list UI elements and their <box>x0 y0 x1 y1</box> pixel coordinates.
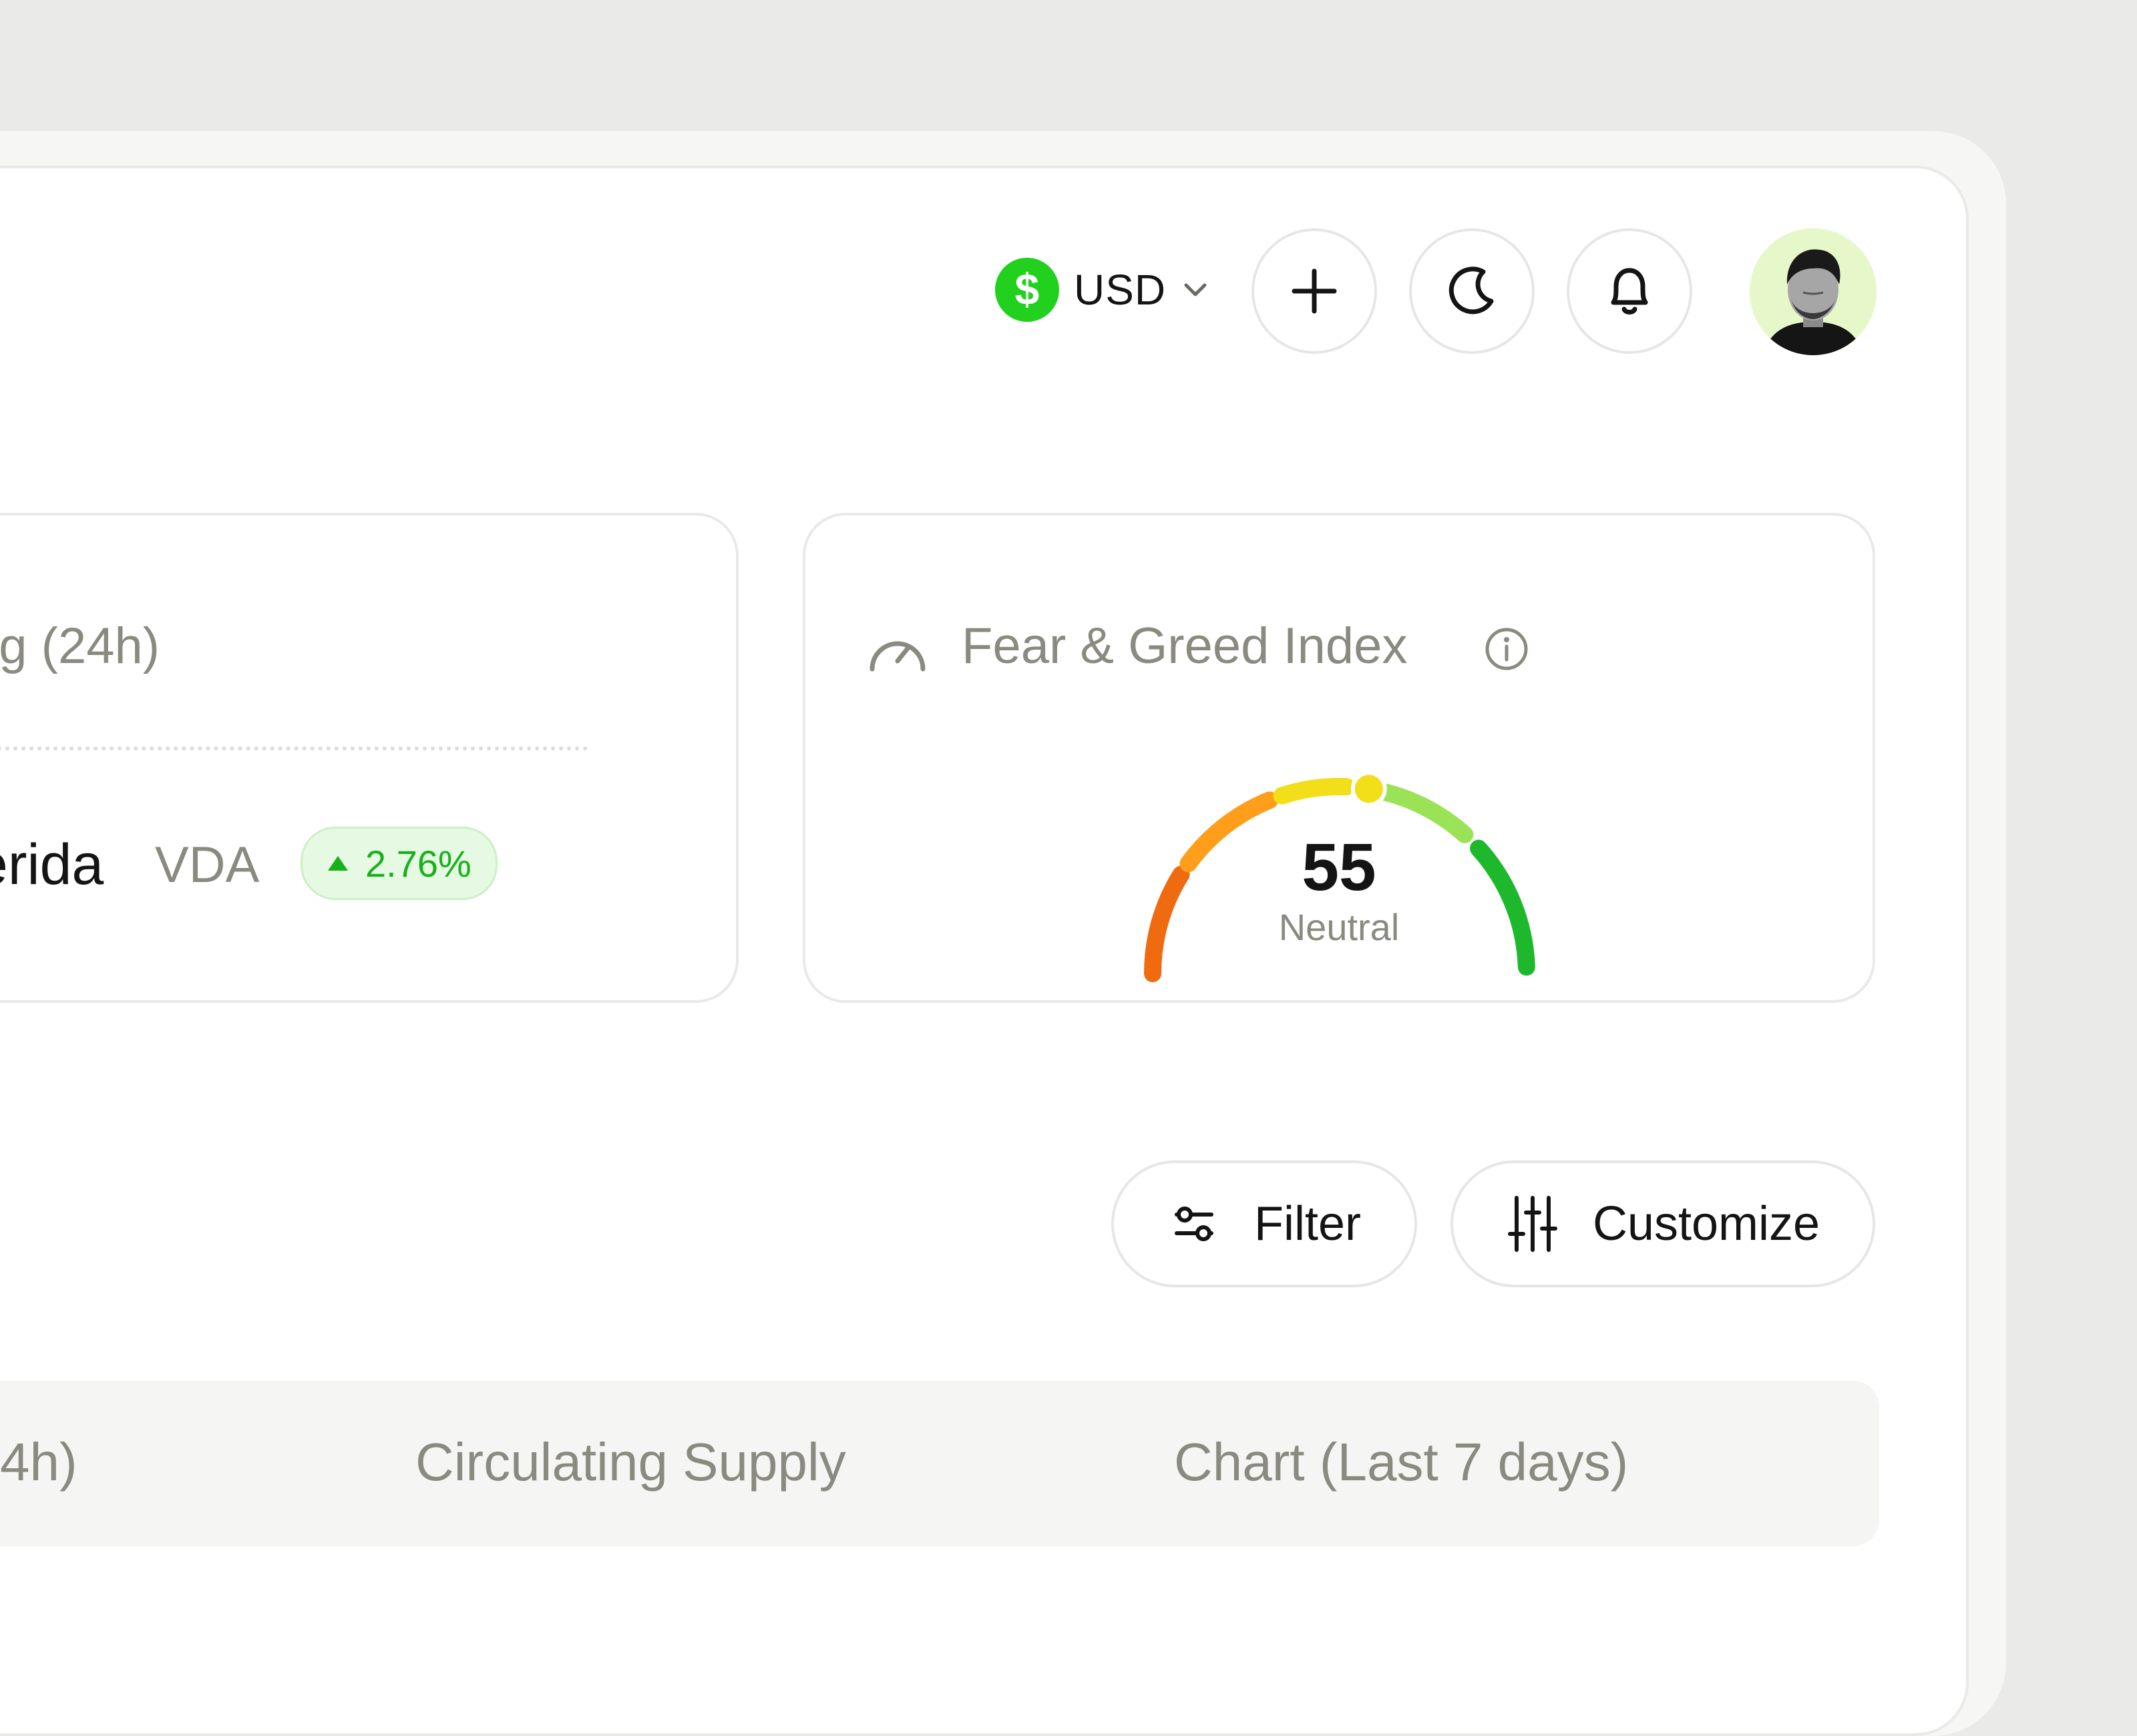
currency-selector[interactable]: $ USD <box>995 258 1210 322</box>
info-icon[interactable] <box>1483 625 1531 673</box>
gauge-label: Neutral <box>1278 906 1400 948</box>
trending-card: sting (24h) erida VDA 2.76% <box>0 513 739 1003</box>
table-header: 4h) Circulating Supply Chart (Last 7 day… <box>0 1381 1879 1546</box>
column-header-circulating-supply[interactable]: Circulating Supply <box>415 1432 846 1493</box>
plus-icon <box>1292 268 1337 314</box>
bell-icon <box>1611 268 1648 314</box>
currency-code: USD <box>1074 266 1167 314</box>
customize-label: Customize <box>1592 1197 1820 1251</box>
sliders-icon <box>1507 1196 1557 1252</box>
column-header[interactable]: 4h) <box>0 1432 77 1493</box>
gauge-icon <box>869 641 926 672</box>
dollar-coin-icon: $ <box>995 258 1059 322</box>
price-change-value: 2.76% <box>365 842 471 885</box>
card-title: Fear & Greed Index <box>962 618 1408 674</box>
chevron-down-icon <box>1184 283 1207 296</box>
asset-symbol: VDA <box>155 837 260 893</box>
price-change-badge: 2.76% <box>301 827 498 900</box>
avatar-photo <box>1750 228 1877 355</box>
column-header-chart[interactable]: Chart (Last 7 days) <box>1174 1432 1628 1493</box>
gauge-marker <box>1350 771 1387 807</box>
arrow-up-icon <box>328 856 348 871</box>
filter-icon <box>1175 1207 1213 1241</box>
customize-button[interactable]: Customize <box>1450 1160 1875 1287</box>
svg-text:$: $ <box>1015 264 1040 314</box>
filter-label: Filter <box>1254 1197 1361 1251</box>
theme-toggle-button[interactable] <box>1409 228 1535 354</box>
user-avatar[interactable] <box>1750 228 1877 355</box>
asset-name[interactable]: erida <box>0 832 104 898</box>
fear-greed-card: Fear & Greed Index 55 Neutral <box>803 513 1875 1003</box>
card-title: sting (24h) <box>0 618 160 674</box>
filter-button[interactable]: Filter <box>1111 1160 1417 1287</box>
gauge-segment <box>1273 778 1355 805</box>
notifications-button[interactable] <box>1567 228 1692 354</box>
moon-icon <box>1448 266 1494 314</box>
gauge-value: 55 <box>1302 830 1376 905</box>
divider <box>0 746 588 750</box>
add-button[interactable] <box>1251 228 1377 354</box>
